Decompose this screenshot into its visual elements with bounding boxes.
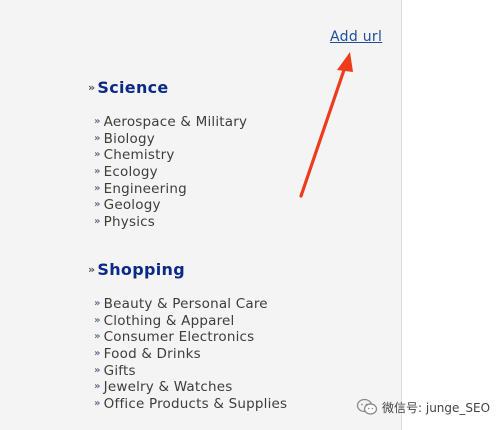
list-item[interactable]: » Aerospace & Military — [94, 114, 247, 131]
bullet-icon: » — [94, 132, 101, 144]
add-url-link[interactable]: Add url — [330, 29, 382, 45]
list-item[interactable]: » Biology — [94, 131, 247, 148]
bullet-icon: » — [88, 81, 96, 94]
list-item-label[interactable]: Jewelry & Watches — [104, 379, 233, 396]
list-item-label[interactable]: Chemistry — [104, 147, 175, 164]
list-item-label[interactable]: Food & Drinks — [104, 346, 201, 363]
list-item[interactable]: » Consumer Electronics — [94, 329, 287, 346]
bullet-icon: » — [94, 364, 101, 376]
list-item[interactable]: » Gifts — [94, 363, 287, 380]
list-item[interactable]: » Food & Drinks — [94, 346, 287, 363]
section-title-label[interactable]: Science — [97, 78, 168, 97]
list-item-label[interactable]: Consumer Electronics — [104, 329, 255, 346]
wechat-logo-icon — [356, 398, 378, 415]
list-item-label[interactable]: Beauty & Personal Care — [104, 296, 268, 313]
section-title-science[interactable]: » Science — [88, 78, 169, 97]
bullet-icon: » — [94, 199, 101, 211]
list-item[interactable]: » Clothing & Apparel — [94, 313, 287, 330]
list-item[interactable]: » Physics — [94, 214, 247, 231]
bullet-icon: » — [94, 331, 101, 343]
bullet-icon: » — [94, 166, 101, 178]
list-item-label[interactable]: Ecology — [104, 164, 158, 181]
bullet-icon: » — [94, 149, 101, 161]
section-title-shopping[interactable]: » Shopping — [88, 260, 185, 279]
bullet-icon: » — [94, 116, 101, 127]
list-item-label[interactable]: Geology — [104, 197, 161, 214]
list-item[interactable]: » Ecology — [94, 164, 247, 181]
list-item[interactable]: » Geology — [94, 197, 247, 214]
list-item[interactable]: » Engineering — [94, 181, 247, 198]
bullet-icon: » — [94, 314, 101, 326]
list-item[interactable]: » Jewelry & Watches — [94, 379, 287, 396]
list-item[interactable]: » Office Products & Supplies — [94, 396, 287, 413]
list-item-label[interactable]: Engineering — [104, 181, 187, 198]
bullet-icon: » — [94, 381, 101, 393]
list-item-label[interactable]: Biology — [104, 131, 155, 148]
bullet-icon: » — [94, 216, 101, 228]
category-list-science: » Aerospace & Military » Biology » Chemistr… — [94, 114, 247, 231]
section-title-label[interactable]: Shopping — [97, 260, 185, 279]
watermark: 微信号: junge_SEO — [356, 398, 490, 416]
list-item-label[interactable]: Gifts — [104, 363, 136, 380]
list-item[interactable]: » Beauty & Personal Care — [94, 296, 287, 313]
bullet-icon: » — [88, 263, 96, 276]
watermark-text: 微信号: junge_SEO — [382, 400, 491, 415]
bullet-icon: » — [94, 398, 101, 410]
list-item-label[interactable]: Clothing & Apparel — [104, 313, 235, 330]
list-item-label[interactable]: Aerospace & Military — [104, 114, 248, 131]
list-item-label[interactable]: Office Products & Supplies — [104, 396, 288, 413]
bullet-icon: » — [94, 298, 101, 309]
list-item[interactable]: » Chemistry — [94, 147, 247, 164]
bullet-icon: » — [94, 348, 101, 360]
list-item-label[interactable]: Physics — [104, 214, 155, 231]
category-list-shopping: » Beauty & Personal Care » Clothing & Appa… — [94, 296, 287, 413]
bullet-icon: » — [94, 182, 101, 194]
